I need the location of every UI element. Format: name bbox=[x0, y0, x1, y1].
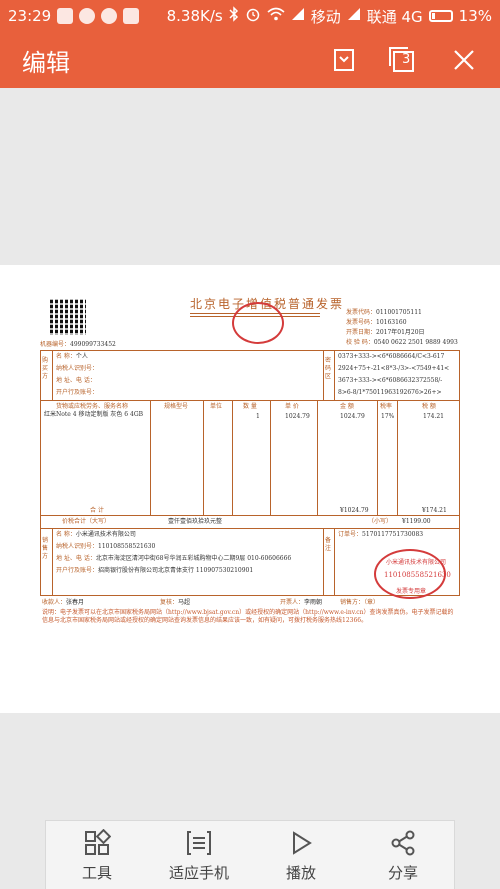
signal-icon bbox=[291, 7, 305, 25]
signal-icon bbox=[347, 7, 361, 25]
page-title: 编辑 bbox=[22, 48, 70, 77]
item-name: 红米Note 4 移动定制版 灰色 6 4GB bbox=[44, 411, 144, 418]
bottom-toolbar: 工具 适应手机 播放 分享 bbox=[45, 820, 455, 889]
share-icon bbox=[388, 828, 418, 858]
status-time: 23:29 bbox=[8, 7, 52, 25]
save-icon bbox=[334, 49, 354, 71]
save-button[interactable] bbox=[326, 42, 362, 78]
close-icon bbox=[454, 50, 474, 70]
play-icon bbox=[286, 828, 316, 858]
grid-tools-icon bbox=[82, 828, 112, 858]
fit-phone-label: 适应手机 bbox=[168, 863, 229, 882]
carrier-2: 联通 4G bbox=[366, 7, 423, 26]
battery-icon bbox=[428, 10, 453, 22]
tools-button[interactable]: 工具 bbox=[46, 821, 148, 889]
qq-icon bbox=[101, 8, 118, 24]
invoice-footnote: 说明：电子发票可以在北京市国家税务局网站（http://www.bjsat.go… bbox=[42, 609, 454, 624]
tax-bureau-stamp bbox=[232, 302, 284, 344]
app-notification-icon bbox=[79, 8, 96, 24]
carrier-1: 移动 bbox=[310, 7, 341, 26]
document-page[interactable]: 北京电子增值税普通发票 机器编号：499099733452 发票代码：01100… bbox=[0, 265, 500, 713]
bluetooth-icon bbox=[229, 6, 239, 26]
shield-icon bbox=[57, 8, 74, 24]
battery-level: 13% bbox=[458, 7, 492, 25]
share-label: 分享 bbox=[387, 863, 418, 882]
status-bar: 23:29 8.38K/s 移动 联通 4G 13% bbox=[0, 0, 500, 32]
mail-icon bbox=[123, 8, 140, 24]
close-button[interactable] bbox=[446, 42, 482, 78]
fit-text-icon bbox=[184, 828, 214, 858]
tabs-count: 3 bbox=[402, 52, 411, 67]
share-button[interactable]: 分享 bbox=[352, 821, 454, 889]
app-bar: 编辑 3 bbox=[0, 32, 500, 88]
fit-phone-button[interactable]: 适应手机 bbox=[148, 821, 250, 889]
play-label: 播放 bbox=[285, 863, 316, 882]
wifi-icon bbox=[267, 7, 285, 25]
tools-label: 工具 bbox=[81, 863, 112, 882]
tabs-button[interactable]: 3 bbox=[384, 42, 420, 78]
play-button[interactable]: 播放 bbox=[250, 821, 352, 889]
alarm-icon bbox=[245, 6, 261, 26]
network-speed: 8.38K/s bbox=[166, 7, 223, 25]
qr-code bbox=[50, 299, 86, 335]
